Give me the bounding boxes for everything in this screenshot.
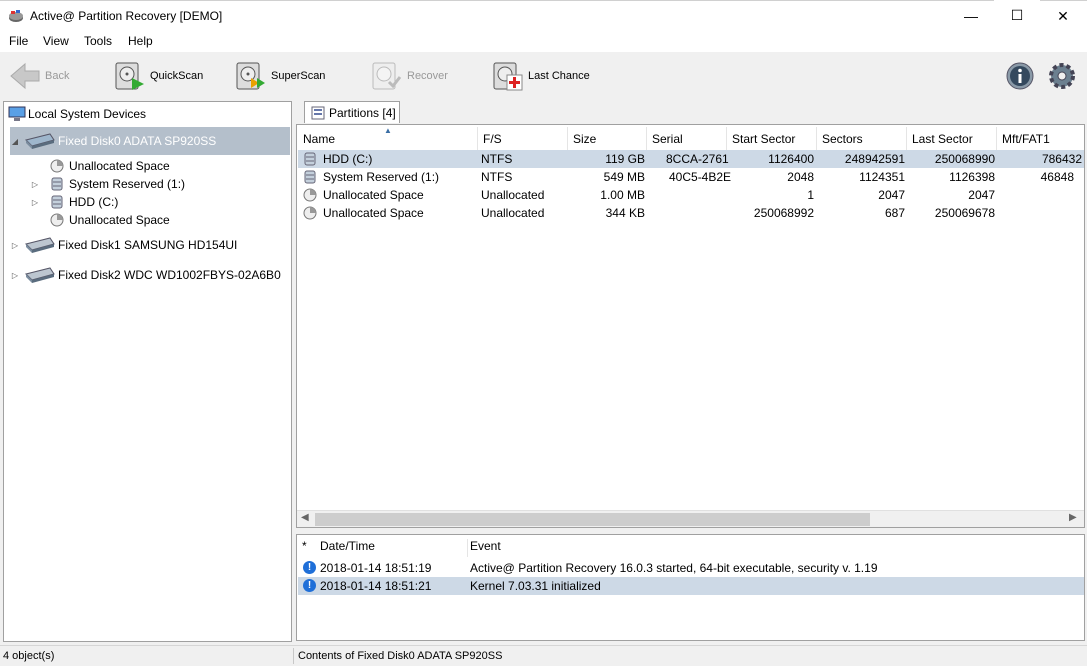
quickscan-icon [115,62,144,90]
quickscan-button[interactable]: QuickScan [114,58,203,94]
tree-root-label: Local System Devices [28,107,147,121]
title-bar: Active@ Partition Recovery [DEMO] — ✕ [0,0,1087,31]
tab-partitions[interactable]: Partitions [4] [304,101,400,123]
table-row[interactable]: System Reserved (1:) NTFS 549 MB 40C5-4B… [298,168,1084,186]
hard-disk-icon [25,133,55,149]
scroll-left-icon[interactable]: ◀ [301,512,309,523]
unallocated-icon [50,213,64,227]
info-icon: ! [303,561,316,574]
toolbar: Back QuickScan SuperScan Recover Last Ch… [0,52,1087,100]
column-header-sectors[interactable]: Sectors [817,127,907,150]
tree-disk1[interactable]: ▷ Fixed Disk1 SAMSUNG HD154UI [10,233,237,257]
unallocated-icon [303,188,317,202]
tree-disk0[interactable]: ◢ Fixed Disk0 ADATA SP920SS [10,127,290,155]
menu-bar: File View Tools Help [0,31,1087,52]
log-header-star[interactable]: * [302,539,307,557]
info-icon [1006,62,1034,90]
tree-child[interactable]: ▷ System Reserved (1:) [30,175,185,193]
partitions-grid[interactable]: Name ▲ F/S Size Serial Start Sector Sect… [296,124,1085,528]
table-row[interactable]: HDD (C:) NTFS 119 GB 8CCA-2761 1126400 2… [298,150,1084,168]
info-button[interactable] [1005,58,1035,94]
menu-tools[interactable]: Tools [84,34,112,48]
menu-help[interactable]: Help [128,34,153,48]
device-tree[interactable]: Local System Devices ◢ Fixed Disk0 ADATA… [3,101,292,642]
unallocated-icon [303,206,317,220]
hard-disk-icon [25,267,55,283]
column-header-fs[interactable]: F/S [478,127,568,150]
collapse-icon[interactable]: ◢ [10,137,20,146]
last-chance-button[interactable]: Last Chance [492,58,590,94]
recover-icon [372,62,402,90]
partition-icon [304,170,316,184]
event-log[interactable]: * Date/Time Event ! 2018-01-14 18:51:19 … [296,534,1085,641]
partition-icon [304,152,316,166]
superscan-button[interactable]: SuperScan [235,58,325,94]
last-chance-icon [493,62,523,91]
column-header-serial[interactable]: Serial [647,127,727,150]
status-contents: Contents of Fixed Disk0 ADATA SP920SS [298,650,503,662]
scrollbar-thumb[interactable] [315,513,870,526]
column-header-mft[interactable]: Mft/FAT1 [997,127,1084,150]
window-title: Active@ Partition Recovery [DEMO] [30,9,223,23]
minimize-button[interactable]: — [948,0,994,31]
horizontal-scrollbar[interactable]: ◀ ▶ [297,510,1084,527]
expand-icon[interactable]: ▷ [30,180,40,189]
log-header-event[interactable]: Event [470,539,501,557]
tree-disk0-label: Fixed Disk0 ADATA SP920SS [58,134,217,148]
column-header-name[interactable]: Name ▲ [298,126,478,150]
tree-root[interactable]: Local System Devices [8,105,146,123]
close-button[interactable]: ✕ [1040,1,1086,32]
partition-icon [51,177,63,191]
tree-disk2[interactable]: ▷ Fixed Disk2 WDC WD1002FBYS-02A6B0 [10,263,281,287]
tab-strip: Partitions [4] [296,101,1086,123]
expand-icon[interactable]: ▷ [30,198,40,207]
log-header-datetime[interactable]: Date/Time [320,539,468,557]
menu-view[interactable]: View [43,34,69,48]
column-header-last-sector[interactable]: Last Sector [907,127,997,150]
table-row[interactable]: Unallocated Space Unallocated 344 KB 250… [298,204,1084,222]
info-icon: ! [303,579,316,592]
status-object-count: 4 object(s) [3,650,55,662]
back-arrow-icon [10,62,40,90]
partition-icon [51,195,63,209]
log-row[interactable]: ! 2018-01-14 18:51:19 Active@ Partition … [298,559,1084,577]
app-icon [9,10,23,22]
tree-child[interactable]: Unallocated Space [50,211,170,229]
tree-child[interactable]: ▷ HDD (C:) [30,193,118,211]
hard-disk-icon [25,237,55,253]
table-row[interactable]: Unallocated Space Unallocated 1.00 MB 1 … [298,186,1084,204]
log-row[interactable]: ! 2018-01-14 18:51:21 Kernel 7.03.31 ini… [298,577,1084,595]
superscan-icon [236,62,265,90]
gear-icon [1049,63,1075,89]
status-bar: 4 object(s) Contents of Fixed Disk0 ADAT… [0,645,1087,666]
back-button[interactable]: Back [9,58,69,94]
column-header-start-sector[interactable]: Start Sector [727,127,817,150]
tree-child[interactable]: Unallocated Space [50,157,170,175]
column-header-size[interactable]: Size [568,127,647,150]
scroll-right-icon[interactable]: ▶ [1069,512,1077,523]
sort-ascending-icon: ▲ [384,126,392,135]
expand-icon[interactable]: ▷ [10,241,20,250]
unallocated-icon [50,159,64,173]
partitions-tab-icon [311,106,325,119]
settings-button[interactable] [1047,58,1077,94]
computer-icon [8,106,26,121]
menu-file[interactable]: File [9,34,28,48]
expand-icon[interactable]: ▷ [10,271,20,280]
status-divider [293,648,294,664]
recover-button[interactable]: Recover [371,58,448,94]
maximize-button[interactable]: ☐ [994,0,1040,31]
